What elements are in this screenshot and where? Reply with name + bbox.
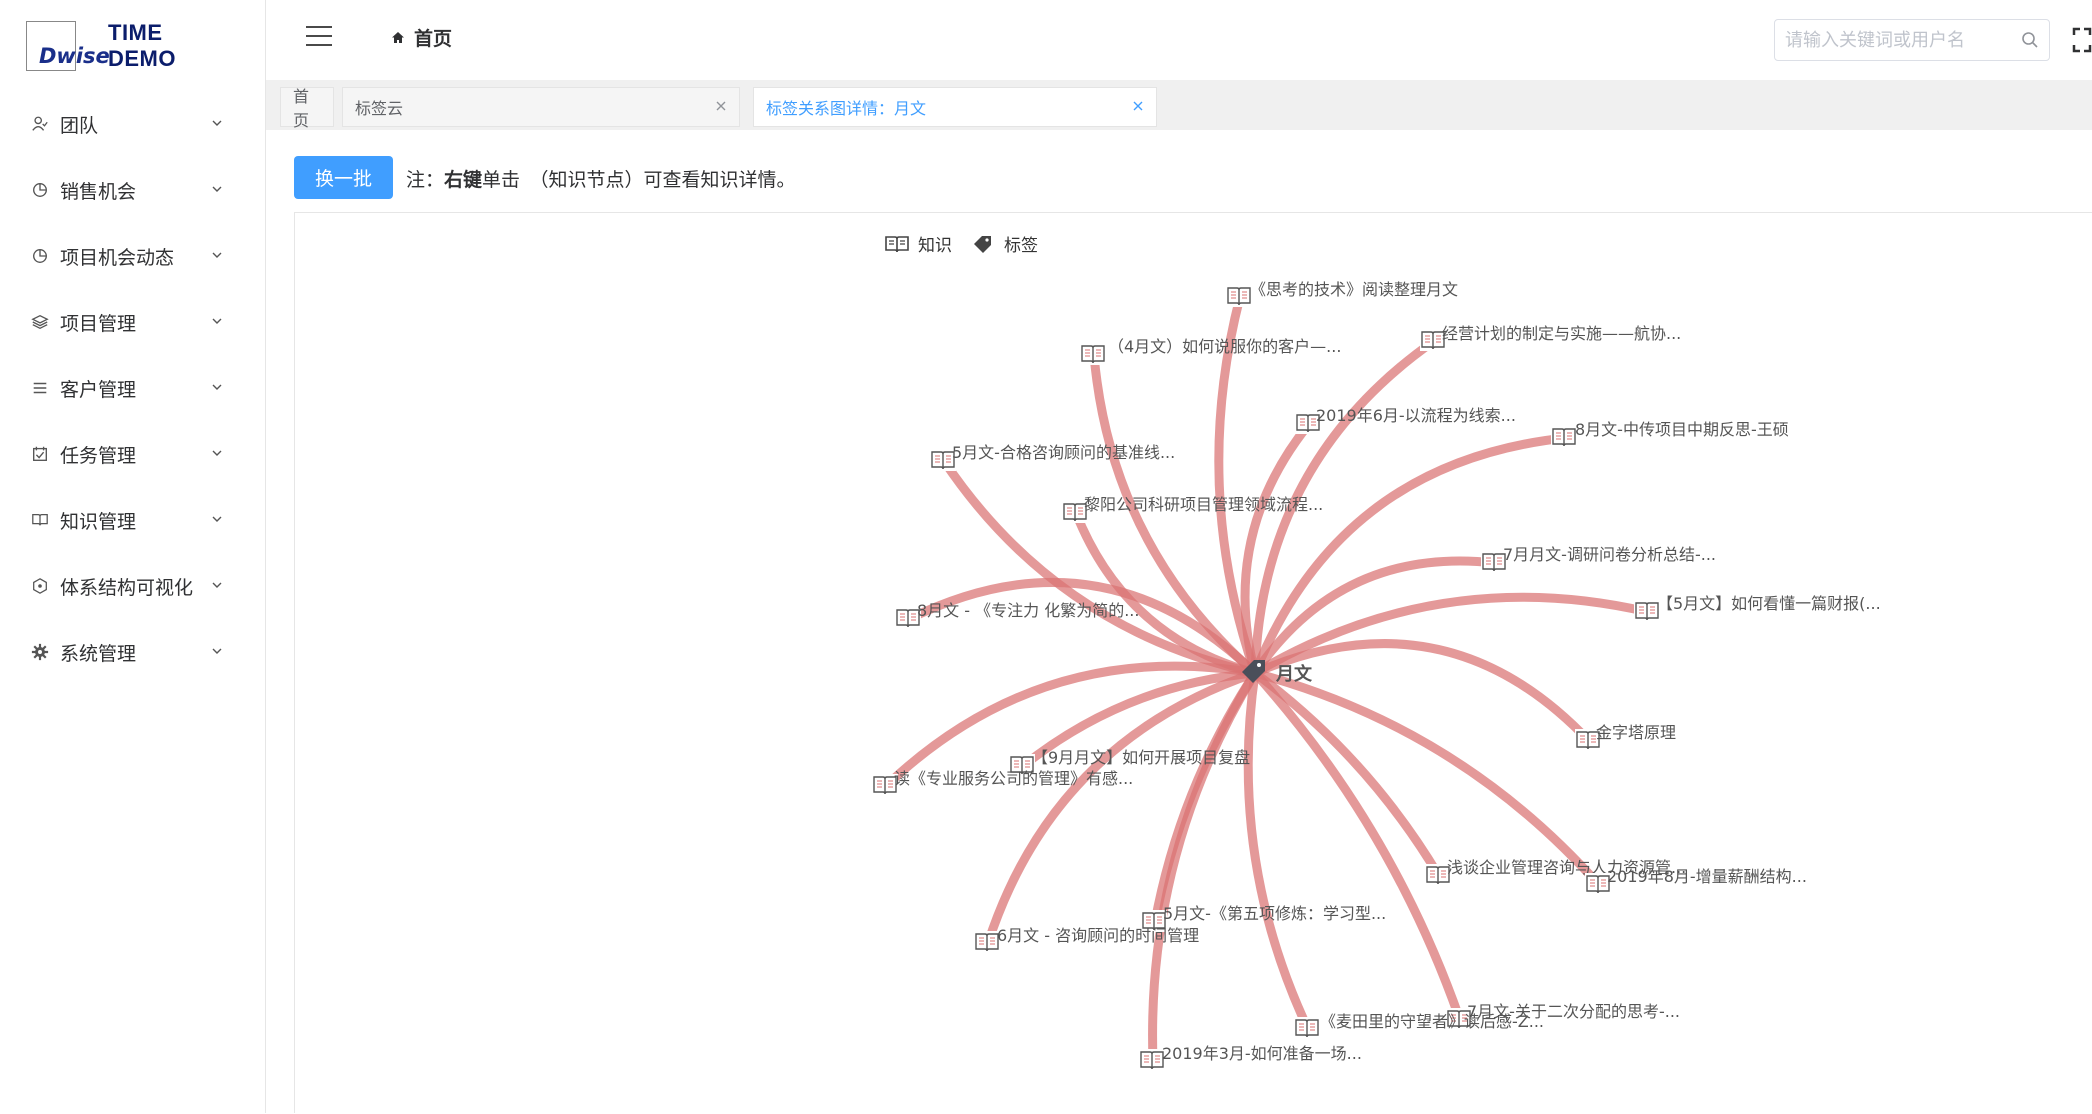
tab-tag-graph-detail[interactable]: 标签关系图详情：月文 bbox=[753, 87, 1157, 127]
knowledge-node-label[interactable]: 读《专业服务公司的管理》有感... bbox=[894, 765, 1133, 789]
sidebar-item-8[interactable]: 系统管理 bbox=[0, 619, 266, 685]
chevron-down-icon bbox=[212, 384, 222, 390]
sidebar-item-2[interactable]: 项目机会动态 bbox=[0, 223, 266, 289]
knowledge-node-label[interactable]: 2019年3月-如何准备一场... bbox=[1162, 1040, 1362, 1064]
sidebar-item-6[interactable]: 知识管理 bbox=[0, 487, 266, 553]
tag-node-label[interactable]: 月文 bbox=[1276, 660, 1312, 686]
hexagon-network-icon bbox=[30, 576, 50, 596]
fullscreen-icon[interactable] bbox=[2072, 27, 2092, 53]
sidebar-item-5[interactable]: 任务管理 bbox=[0, 421, 266, 487]
book-icon bbox=[30, 510, 50, 530]
app-title: TIME DEMO bbox=[108, 20, 176, 71]
sidebar-item-label: 任务管理 bbox=[60, 444, 137, 467]
sidebar: Dwise TIME DEMO 团队销售机会项目机会动态 项目管理客户管理任务管理… bbox=[0, 0, 266, 1113]
list-icon bbox=[30, 378, 50, 398]
app-logo[interactable]: Dwise TIME DEMO bbox=[26, 20, 176, 72]
knowledge-node-label[interactable]: 《麦田里的守望者》读后感-Z... bbox=[1320, 1008, 1544, 1032]
knowledge-node-label[interactable]: 经营计划的制定与实施——航协... bbox=[1442, 320, 1681, 344]
gear-icon bbox=[30, 642, 50, 662]
chevron-down-icon bbox=[212, 450, 222, 456]
tag-icon bbox=[974, 235, 991, 253]
knowledge-node-icon[interactable] bbox=[1226, 285, 1252, 307]
chevron-down-icon bbox=[212, 186, 222, 192]
tab-home[interactable]: 首页 bbox=[280, 87, 334, 130]
sidebar-item-label: 系统管理 bbox=[60, 642, 137, 665]
close-icon[interactable] bbox=[1132, 100, 1144, 112]
knowledge-node-label[interactable]: 黎阳公司科研项目管理领域流程... bbox=[1084, 491, 1323, 515]
usage-note: 注：右键单击 （知识节点）可查看知识详情。 bbox=[406, 169, 796, 191]
logo-mark: Dwise bbox=[26, 21, 110, 71]
knowledge-node-label[interactable]: 6月文 - 咨询顾问的时间管理 bbox=[997, 922, 1199, 946]
chevron-down-icon bbox=[212, 120, 222, 126]
chevron-down-icon bbox=[212, 318, 222, 324]
sidebar-item-4[interactable]: 客户管理 bbox=[0, 355, 266, 421]
sidebar-item-0[interactable]: 团队 bbox=[0, 91, 266, 157]
search-icon[interactable] bbox=[2021, 31, 2039, 49]
knowledge-node-label[interactable]: （4月文）如何说服你的客户—... bbox=[1108, 333, 1341, 357]
knowledge-node-label[interactable]: 7月月文-调研问卷分析总结-... bbox=[1503, 541, 1716, 565]
knowledge-node-icon[interactable] bbox=[1080, 343, 1106, 365]
knowledge-node-icon[interactable] bbox=[1551, 426, 1577, 448]
sidebar-item-label: 体系结构可视化 bbox=[60, 576, 194, 599]
team-icon bbox=[30, 114, 50, 134]
tab-label: 首页 bbox=[293, 87, 310, 130]
sidebar-item-label: 团队 bbox=[60, 114, 99, 137]
layers-icon bbox=[30, 312, 50, 332]
legend-knowledge[interactable]: 知识 bbox=[884, 231, 952, 256]
knowledge-node-label[interactable]: 《思考的技术》阅读整理月文 bbox=[1250, 276, 1458, 300]
sidebar-item-3[interactable]: 项目管理 bbox=[0, 289, 266, 355]
knowledge-node-label[interactable]: 5月文-合格咨询顾问的基准线... bbox=[952, 439, 1175, 463]
tag-node-icon[interactable] bbox=[1238, 656, 1268, 686]
graph-legend: 知识 标签 bbox=[884, 231, 1056, 256]
tab-tag-cloud[interactable]: 标签云 bbox=[342, 87, 740, 127]
knowledge-node-label[interactable]: 8月文-中传项目中期反思-王硕 bbox=[1575, 416, 1789, 440]
chevron-down-icon bbox=[212, 582, 222, 588]
sidebar-item-label: 项目管理 bbox=[60, 312, 137, 335]
chevron-down-icon bbox=[212, 648, 222, 654]
knowledge-node-label[interactable]: 【5月文】如何看懂一篇财报(... bbox=[1657, 590, 1881, 614]
chevron-down-icon bbox=[212, 252, 222, 258]
pie-chart-icon bbox=[30, 246, 50, 266]
tab-label: 标签关系图详情：月文 bbox=[766, 99, 927, 118]
book-icon bbox=[885, 235, 909, 252]
calendar-check-icon bbox=[30, 444, 50, 464]
knowledge-node-label[interactable]: 2019年8月-增量薪酬结构... bbox=[1607, 863, 1807, 887]
hamburger-menu-icon[interactable] bbox=[306, 26, 332, 48]
sidebar-item-1[interactable]: 销售机会 bbox=[0, 157, 266, 223]
sidebar-item-label: 项目机会动态 bbox=[60, 246, 175, 269]
sidebar-item-label: 知识管理 bbox=[60, 510, 137, 533]
search-box bbox=[1774, 19, 2050, 61]
sidebar-item-7[interactable]: 体系结构可视化 bbox=[0, 553, 266, 619]
tab-label: 标签云 bbox=[355, 99, 404, 118]
knowledge-node-label[interactable]: 金字塔原理 bbox=[1596, 719, 1676, 743]
pie-chart-icon bbox=[30, 180, 50, 200]
top-header: 首页 bbox=[266, 0, 2092, 80]
knowledge-node-label[interactable]: 2019年6月-以流程为线索... bbox=[1316, 402, 1516, 426]
search-input[interactable] bbox=[1785, 29, 2015, 51]
refresh-batch-button[interactable]: 换一批 bbox=[294, 156, 393, 199]
sidebar-item-label: 销售机会 bbox=[60, 180, 137, 203]
chevron-down-icon bbox=[212, 516, 222, 522]
tabs-bar: 首页 标签云 标签关系图详情：月文 bbox=[266, 80, 2092, 130]
knowledge-node-icon[interactable] bbox=[1294, 1017, 1320, 1039]
knowledge-node-label[interactable]: 8月文 - 《专注力 化繁为简的... bbox=[917, 597, 1139, 621]
knowledge-node-label[interactable]: 5月文-《第五项修炼：学习型... bbox=[1163, 900, 1386, 924]
home-icon bbox=[392, 31, 404, 43]
breadcrumb: 首页 bbox=[390, 24, 452, 51]
breadcrumb-home[interactable]: 首页 bbox=[414, 24, 452, 51]
sidebar-item-label: 客户管理 bbox=[60, 378, 137, 401]
legend-tag[interactable]: 标签 bbox=[970, 231, 1038, 256]
sidebar-menu: 团队销售机会项目机会动态 项目管理客户管理任务管理知识管理体系结构可视化 系统管理 bbox=[0, 91, 266, 685]
close-icon[interactable] bbox=[715, 100, 727, 112]
